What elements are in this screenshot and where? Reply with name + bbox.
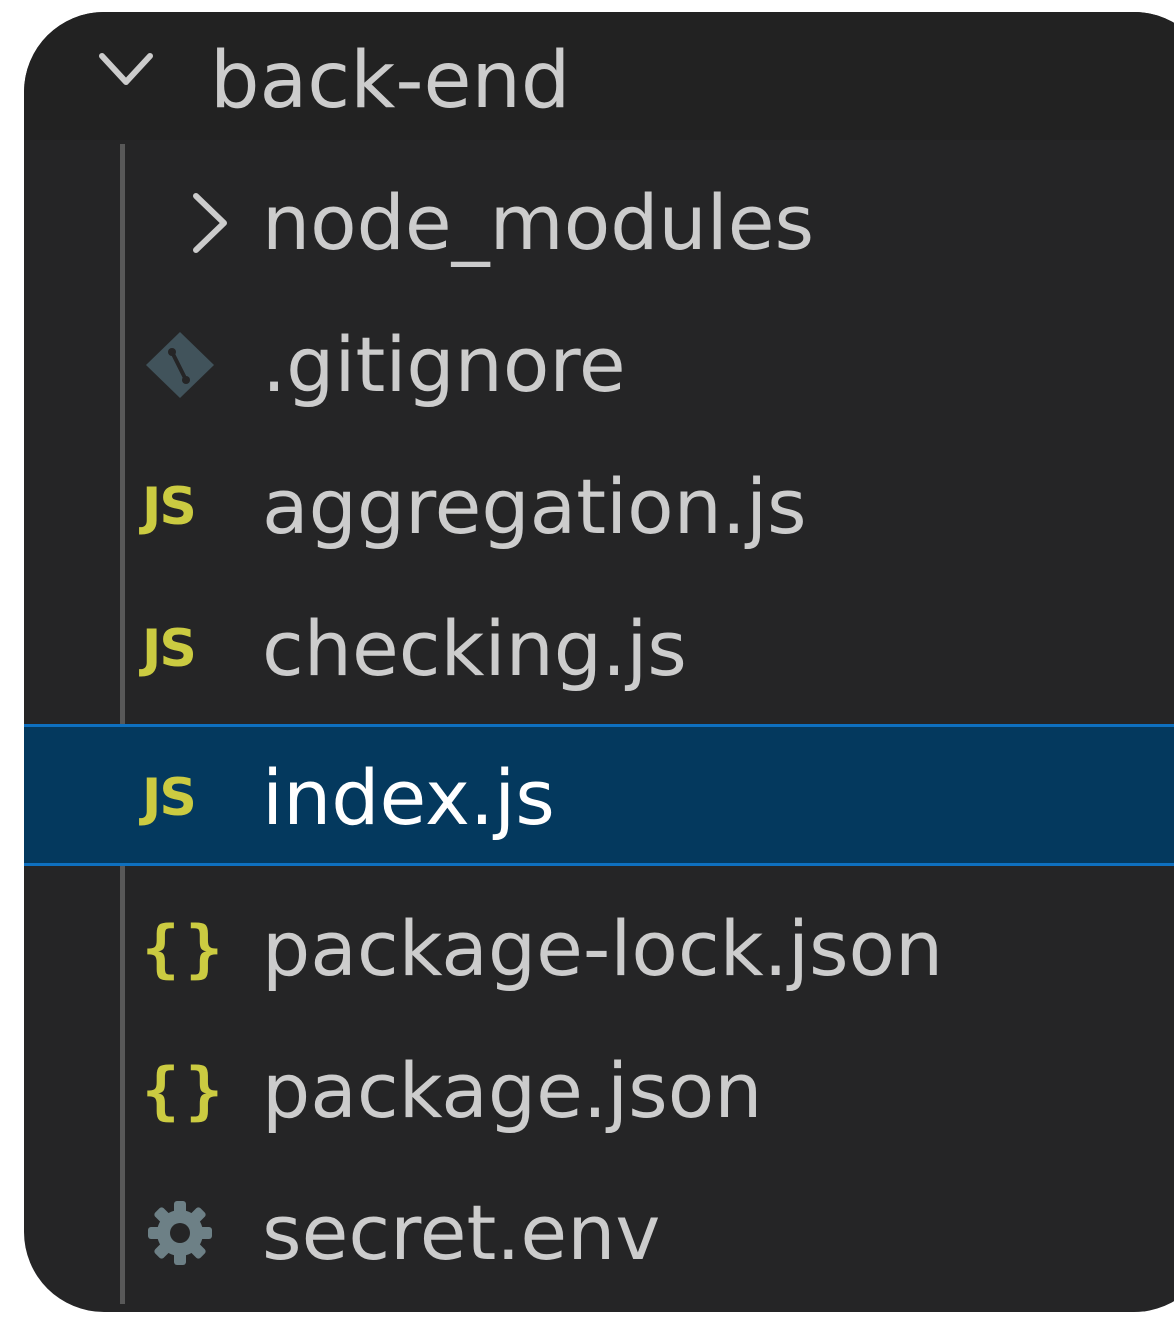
tree-item-label: index.js [262, 753, 555, 842]
tree-item-package-lock-json[interactable]: {} package-lock.json [24, 878, 1174, 1020]
folder-header-back-end[interactable]: back-end [24, 12, 1174, 140]
tree-item-aggregation-js[interactable]: JS aggregation.js [24, 436, 1174, 578]
git-icon [146, 332, 214, 398]
chevron-down-icon[interactable] [96, 36, 156, 106]
tree-item-label: aggregation.js [262, 462, 807, 551]
tree-item-node-modules[interactable]: node_modules [24, 152, 1174, 294]
tree-item-gitignore[interactable]: .gitignore [24, 294, 1174, 436]
js-icon: JS [142, 619, 197, 679]
file-explorer-panel: back-end node_modules .gitignore JS aggr… [24, 12, 1174, 1312]
tree-item-index-js[interactable]: JS index.js [24, 724, 1174, 866]
json-icon: {} [142, 1054, 229, 1127]
tree-item-label: node_modules [262, 178, 815, 267]
tree-item-label: secret.env [262, 1188, 661, 1277]
folder-name: back-end [210, 36, 571, 126]
tree-item-secret-env[interactable]: secret.env [24, 1162, 1174, 1304]
json-icon: {} [142, 912, 229, 985]
tree-item-label: .gitignore [262, 320, 626, 409]
tree-item-checking-js[interactable]: JS checking.js [24, 578, 1174, 720]
js-icon: JS [142, 477, 197, 537]
tree-item-label: package-lock.json [262, 904, 944, 993]
tree-item-label: checking.js [262, 604, 687, 693]
tree-item-label: package.json [262, 1046, 763, 1135]
tree-item-package-json[interactable]: {} package.json [24, 1020, 1174, 1162]
gear-icon [148, 1201, 212, 1265]
js-icon: JS [142, 768, 197, 828]
chevron-right-icon[interactable] [172, 188, 248, 258]
